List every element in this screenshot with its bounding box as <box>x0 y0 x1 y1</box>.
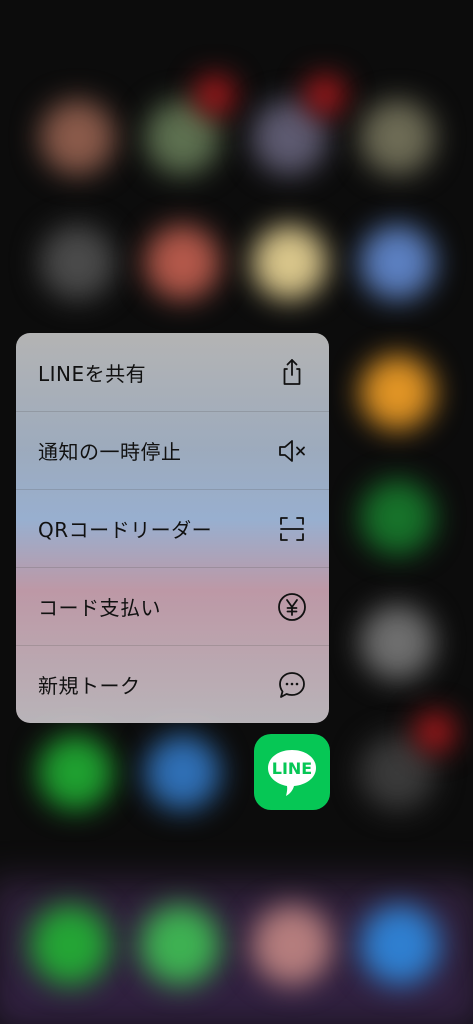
blurred-app-icon <box>145 735 220 810</box>
menu-item-label: LINEを共有 <box>38 361 147 386</box>
blurred-dock-icon <box>30 905 110 985</box>
blurred-app-icon <box>38 735 113 810</box>
blurred-badge <box>195 75 235 115</box>
share-icon <box>277 357 307 387</box>
menu-item-code-payment[interactable]: コード支払い <box>16 567 329 645</box>
menu-item-label: コード支払い <box>38 596 161 620</box>
qr-scan-icon <box>277 514 307 544</box>
line-logo-text: LINE <box>272 759 312 778</box>
blurred-dock-icon <box>252 905 332 985</box>
blurred-dock-icon <box>140 905 220 985</box>
blurred-app-icon <box>360 605 435 680</box>
blurred-app-icon <box>360 355 435 430</box>
blurred-app-icon <box>252 225 327 300</box>
blurred-app-icon <box>40 225 115 300</box>
blurred-app-icon <box>360 100 435 175</box>
blurred-badge <box>415 712 455 752</box>
menu-item-label: 通知の一時停止 <box>38 440 182 464</box>
menu-item-new-talk[interactable]: 新規トーク <box>16 645 329 723</box>
line-app-icon[interactable]: LINE <box>254 734 330 810</box>
menu-item-label: QRコードリーダー <box>38 518 213 542</box>
menu-item-share-line[interactable]: LINEを共有 <box>16 333 329 411</box>
blurred-app-icon <box>40 100 115 175</box>
blurred-app-icon <box>145 225 220 300</box>
blurred-badge <box>305 75 345 115</box>
speaker-mute-icon <box>277 436 307 466</box>
blurred-app-icon <box>360 225 435 300</box>
menu-item-pause-notifications[interactable]: 通知の一時停止 <box>16 411 329 489</box>
blurred-dock-icon <box>360 905 440 985</box>
line-logo-icon: LINE <box>268 750 316 796</box>
menu-item-label: 新規トーク <box>38 674 141 698</box>
quick-actions-menu: LINEを共有 通知の一時停止 QRコードリーダー コード支払い 新規トーク <box>16 333 329 723</box>
blurred-app-icon <box>360 480 435 555</box>
yen-circle-icon <box>277 592 307 622</box>
menu-item-qr-reader[interactable]: QRコードリーダー <box>16 489 329 567</box>
chat-bubble-icon <box>277 670 307 700</box>
